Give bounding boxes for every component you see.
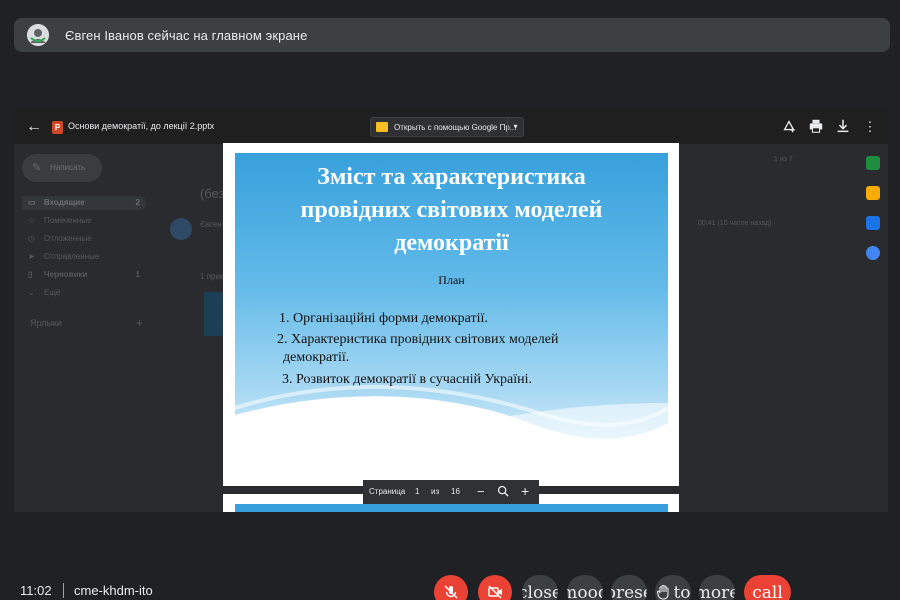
raise-hand-button[interactable]: to bbox=[655, 575, 691, 600]
meeting-code: cme-khdm-ito bbox=[74, 583, 153, 598]
meet-window: Євген Іванов сейчас на главном экране ✎ Н… bbox=[0, 0, 900, 600]
zoom-in-button[interactable]: + bbox=[521, 483, 529, 499]
email-sender: Євген bbox=[200, 220, 222, 229]
camera-off-icon bbox=[488, 585, 502, 599]
clock: 11:02 bbox=[20, 583, 52, 598]
camera-off-button[interactable] bbox=[478, 575, 512, 600]
print-icon[interactable] bbox=[807, 118, 825, 136]
divider bbox=[63, 583, 64, 598]
chevron-down-icon: ⌄ bbox=[28, 288, 35, 297]
presenter-banner: Євген Іванов сейчас на главном экране bbox=[14, 18, 890, 52]
download-icon[interactable] bbox=[834, 118, 852, 136]
total-pages: 16 bbox=[451, 487, 460, 496]
slide-list-item: 1. Організаційні форми демократії. bbox=[279, 311, 488, 326]
nav-drafts: ▯ Черновики 1 bbox=[22, 268, 146, 282]
pptx-file-icon: P bbox=[52, 121, 63, 134]
compose-button: ✎ Написать bbox=[22, 154, 102, 182]
slide-2-top bbox=[235, 504, 668, 512]
zoom-icon[interactable] bbox=[497, 485, 509, 499]
slide: Зміст та характеристика провідних світов… bbox=[235, 153, 668, 452]
nav-snoozed: ◷ Отложенные bbox=[22, 232, 146, 246]
open-with-button[interactable]: Открыть с помощью Google Пр... ▾ bbox=[370, 117, 524, 137]
file-viewer-toolbar: ← P Основи демократії, до лекції 2.pptx … bbox=[14, 110, 888, 144]
nav-inbox: ▭ Входящие 2 bbox=[22, 196, 146, 210]
current-page[interactable]: 1 bbox=[415, 487, 419, 496]
page-label: Страница bbox=[369, 487, 406, 496]
labels-heading: Ярлыки bbox=[30, 318, 62, 328]
back-arrow-icon[interactable]: ← bbox=[24, 117, 44, 137]
shared-screen[interactable]: ✎ Написать ▭ Входящие 2 ☆ Помеченные ◷ Отложе… bbox=[14, 110, 888, 512]
nav-sent: ➤ Отправленные bbox=[22, 250, 146, 264]
tasks-side-icon bbox=[866, 216, 880, 230]
present-button[interactable]: prese bbox=[611, 575, 647, 600]
pdf-page-1: Зміст та характеристика провідних світов… bbox=[223, 143, 679, 486]
more-vert-icon[interactable]: ⋮ bbox=[861, 118, 879, 136]
page-of-label: из bbox=[431, 487, 440, 496]
slide-list-item: демократії. bbox=[283, 350, 350, 365]
raise-hand-icon bbox=[657, 584, 670, 600]
email-subject: (без bbox=[200, 186, 225, 201]
mic-off-button[interactable] bbox=[434, 575, 468, 600]
presenter-avatar-icon bbox=[27, 24, 49, 46]
star-icon: ☆ bbox=[28, 216, 36, 225]
more-options-button[interactable]: more bbox=[699, 575, 735, 600]
reactions-button[interactable]: mood bbox=[567, 575, 603, 600]
google-slides-icon bbox=[376, 122, 388, 132]
nav-starred: ☆ Помеченные bbox=[22, 214, 146, 228]
add-to-drive-icon[interactable] bbox=[780, 118, 798, 136]
slide-list-item: 3. Розвиток демократії в сучасній Україн… bbox=[282, 372, 533, 387]
attachments-count: 1 прик bbox=[200, 272, 224, 281]
captions-button[interactable]: close bbox=[522, 575, 558, 600]
presenter-banner-text: Євген Іванов сейчас на главном экране bbox=[65, 27, 308, 43]
sheets-side-icon bbox=[866, 156, 880, 170]
pencil-icon: ✎ bbox=[32, 162, 42, 174]
send-icon: ➤ bbox=[28, 252, 35, 261]
clock-icon: ◷ bbox=[28, 234, 35, 243]
chevron-down-icon[interactable]: ▾ bbox=[507, 118, 523, 136]
slide-title: Зміст та характеристика провідних світов… bbox=[300, 164, 603, 256]
slide-plan-heading: План bbox=[438, 273, 465, 287]
page-toolbar: Страница 1 из 16 − + bbox=[363, 480, 539, 504]
nav-more: ⌄ Ещё bbox=[22, 286, 146, 300]
add-label-icon: + bbox=[136, 316, 144, 330]
email-time: 00:41 (10 часов назад) bbox=[698, 220, 772, 227]
contacts-side-icon bbox=[866, 246, 880, 260]
mic-off-icon bbox=[444, 585, 458, 599]
file-title: Основи демократії, до лекції 2.pptx bbox=[68, 121, 215, 131]
draft-icon: ▯ bbox=[28, 270, 33, 279]
email-pager: 1 из 7 bbox=[774, 156, 793, 163]
inbox-icon: ▭ bbox=[28, 198, 36, 207]
keep-side-icon bbox=[866, 186, 880, 200]
zoom-out-button[interactable]: − bbox=[477, 484, 485, 499]
end-call-button[interactable]: call bbox=[744, 575, 791, 600]
slide-list-item: 2. Характеристика провідних світових мод… bbox=[277, 332, 559, 347]
sender-avatar bbox=[170, 218, 192, 240]
